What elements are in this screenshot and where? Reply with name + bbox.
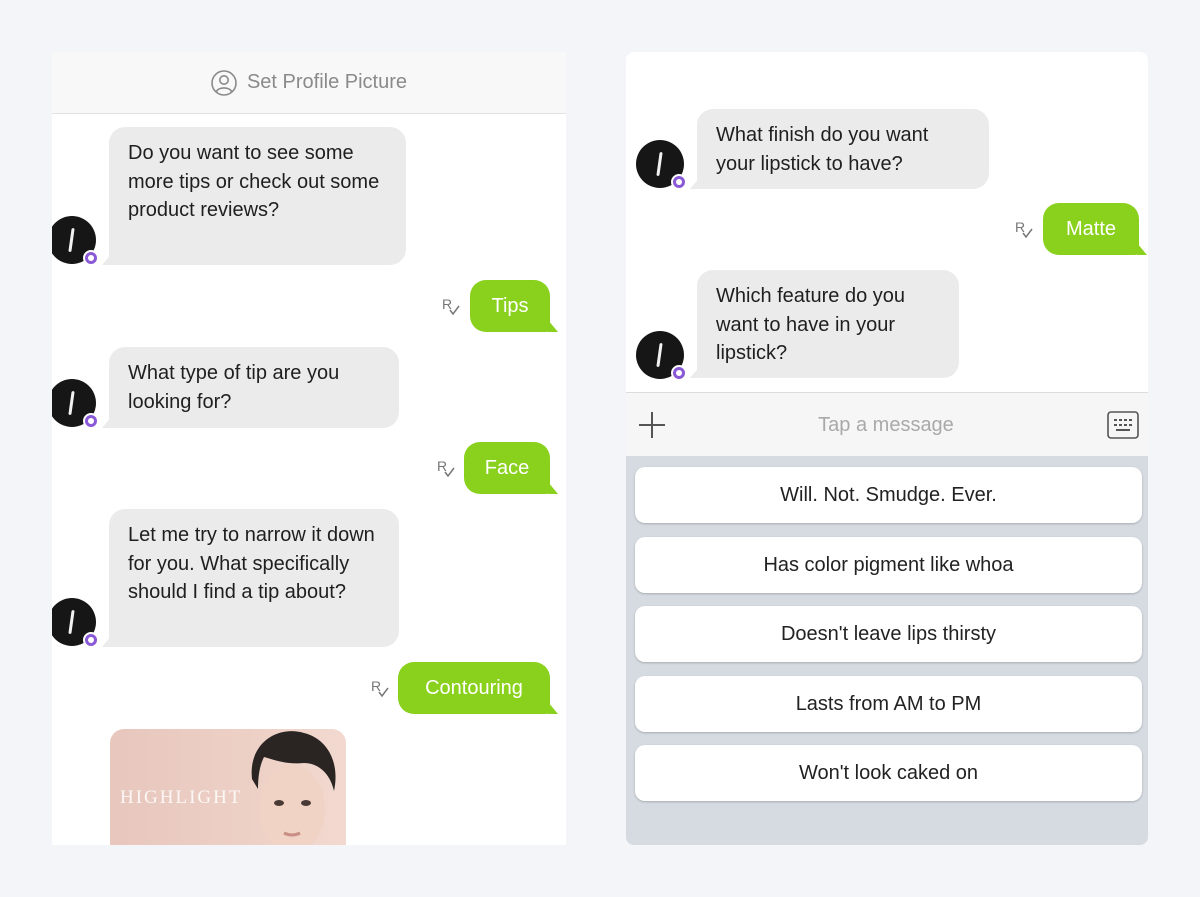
tip-image-card[interactable]: HIGHLIGHT <box>110 729 346 845</box>
user-message: Tips <box>470 280 558 332</box>
read-receipt-icon: R <box>1015 219 1033 239</box>
bot-avatar <box>52 379 99 429</box>
keyboard-icon[interactable] <box>1106 409 1140 441</box>
bot-avatar <box>636 331 687 381</box>
quick-reply-tray: Will. Not. Smudge. Ever. Has color pigme… <box>626 456 1148 845</box>
bot-message: Do you want to see some more tips or che… <box>102 127 406 265</box>
read-receipt-icon: R <box>442 296 460 316</box>
read-receipt-icon: R <box>437 458 455 478</box>
user-message: Contouring <box>398 662 558 714</box>
model-portrait <box>251 731 336 845</box>
left-chat-panel: Set Profile Picture Do you want to see s… <box>52 52 566 845</box>
read-receipt-icon: R <box>371 678 389 698</box>
promo-card-text: HIGHLIGHT <box>120 787 243 808</box>
quick-reply-button[interactable]: Doesn't leave lips thirsty <box>635 606 1142 662</box>
plus-icon[interactable] <box>636 409 668 441</box>
quick-reply-button[interactable]: Won't look caked on <box>635 745 1142 801</box>
bot-message: What finish do you want your lipstick to… <box>690 109 989 189</box>
bot-message: What type of tip are you looking for? <box>102 347 399 428</box>
message-composer <box>626 392 1148 456</box>
profile-bar-label: Set Profile Picture <box>246 71 408 93</box>
set-profile-picture-button[interactable]: Set Profile Picture <box>52 52 566 114</box>
user-message: Matte <box>1043 203 1147 255</box>
bot-message: Which feature do you want to have in you… <box>690 270 959 378</box>
user-message: Face <box>464 442 558 494</box>
bot-avatar <box>52 598 99 648</box>
right-chat-panel: What finish do you want your lipstick to… <box>626 52 1148 845</box>
quick-reply-button[interactable]: Has color pigment like whoa <box>635 537 1142 593</box>
message-input[interactable] <box>746 411 1026 439</box>
user-circle-icon <box>211 69 237 96</box>
quick-reply-button[interactable]: Will. Not. Smudge. Ever. <box>635 467 1142 523</box>
quick-reply-button[interactable]: Lasts from AM to PM <box>635 676 1142 732</box>
bot-message: Let me try to narrow it down for you. Wh… <box>102 509 399 647</box>
bot-avatar <box>52 216 99 266</box>
bot-avatar <box>636 140 687 190</box>
